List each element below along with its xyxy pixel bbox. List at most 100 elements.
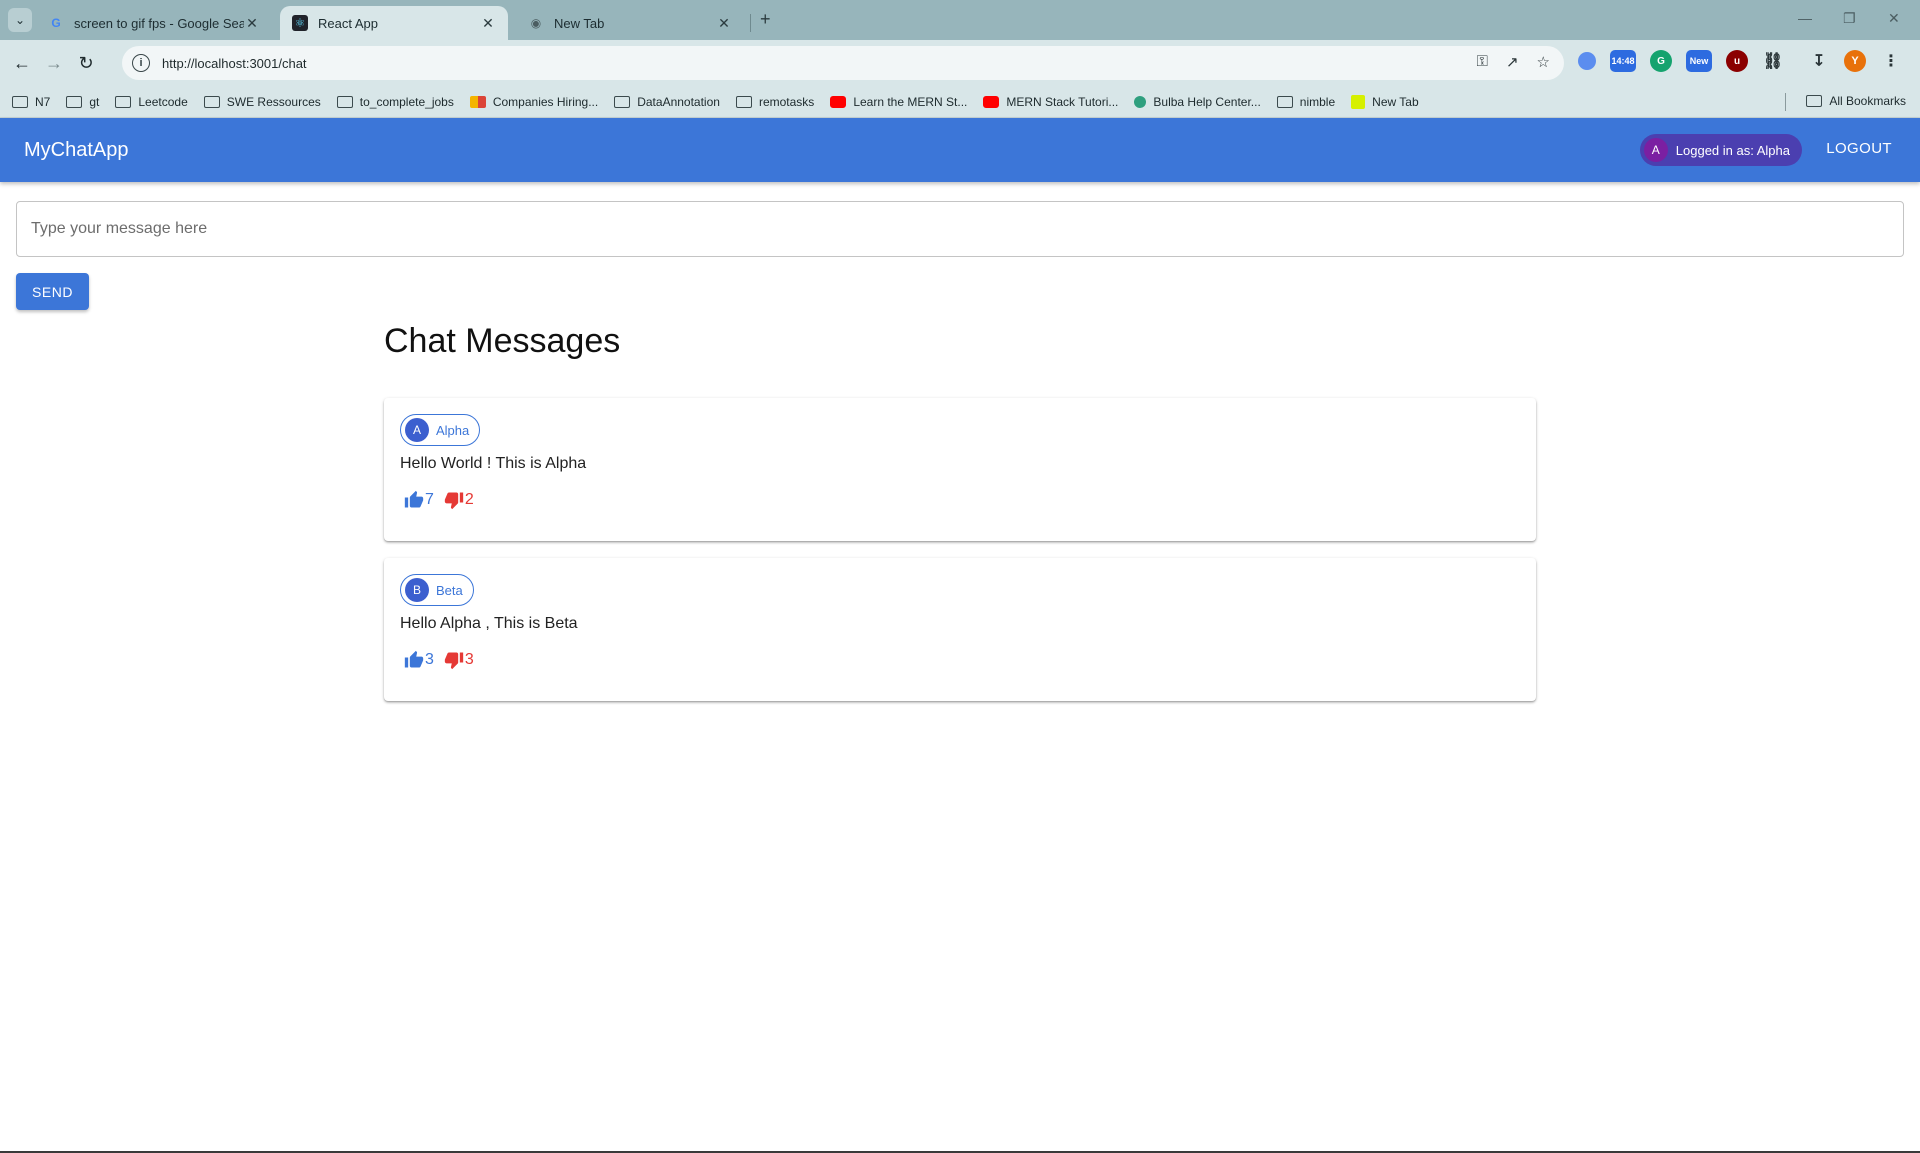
omnibox-actions: ⚿ ↗ ☆ — [1477, 53, 1550, 71]
close-icon[interactable]: ✕ — [716, 15, 732, 32]
dislike-button[interactable]: 2 — [444, 490, 474, 510]
bookmark-label: remotasks — [758, 94, 815, 109]
folder-icon — [66, 95, 83, 108]
bookmark-star-icon[interactable]: ☆ — [1537, 53, 1550, 71]
bookmark-label: gt — [89, 94, 100, 109]
browser-menu-icon[interactable]: ⋮ — [1880, 50, 1902, 72]
open-in-app-icon[interactable]: ↗ — [1506, 53, 1519, 71]
bookmark-label: New Tab — [1372, 94, 1419, 109]
author-chip[interactable]: B Beta — [400, 574, 474, 606]
bookmark-dataannotation[interactable]: DataAnnotation — [614, 95, 720, 109]
bookmark-mern-tutorial[interactable]: MERN Stack Tutori... — [983, 95, 1118, 109]
extensions-area: 14:48 G New u ⛓ ↧ Y ⋮ — [1578, 50, 1902, 72]
bookmark-gt[interactable]: gt — [66, 95, 99, 109]
reload-icon[interactable]: ↻ — [70, 47, 102, 79]
window-close-icon[interactable]: ✕ — [1888, 10, 1900, 27]
message-card: B Beta Hello Alpha , This is Beta 3 3 — [384, 558, 1536, 701]
tab-title: New Tab — [554, 15, 605, 31]
site-icon — [1351, 94, 1366, 109]
folder-icon — [614, 95, 631, 108]
like-count: 7 — [425, 491, 434, 508]
bookmark-label: DataAnnotation — [637, 94, 720, 109]
bookmark-bulba-help[interactable]: Bulba Help Center... — [1134, 94, 1261, 109]
send-button[interactable]: SEND — [16, 273, 89, 310]
browser-toolbar: ← → ↻ i ⚿ ↗ ☆ 14:48 G New u ⛓ ↧ Y ⋮ — [0, 40, 1920, 86]
logged-in-label: Logged in as: Alpha — [1675, 142, 1790, 158]
youtube-icon — [830, 95, 847, 108]
extensions-puzzle-icon[interactable]: ⛓ — [1762, 50, 1784, 72]
dislike-button[interactable]: 3 — [444, 650, 474, 670]
all-bookmarks[interactable]: All Bookmarks — [1806, 94, 1906, 108]
url-input[interactable] — [162, 55, 1362, 71]
tab-new-tab[interactable]: ◉ New Tab ✕ — [516, 6, 744, 40]
thumbs-down-icon — [444, 652, 464, 670]
folder-icon — [1276, 95, 1293, 108]
folder-icon — [12, 95, 28, 108]
forward-arrow-icon[interactable]: → — [38, 47, 70, 79]
tab-react-app[interactable]: ⚛ React App ✕ — [280, 6, 508, 40]
bookmark-remotasks[interactable]: remotasks — [735, 94, 815, 109]
tab-title: React App — [318, 15, 378, 31]
folder-icon — [203, 95, 220, 108]
bookmark-label: Companies Hiring... — [492, 94, 599, 109]
message-card: A Alpha Hello World ! This is Alpha 7 2 — [384, 398, 1536, 541]
bookmark-nimble[interactable]: nimble — [1276, 95, 1335, 109]
site-info-icon[interactable]: i — [132, 54, 150, 72]
minimize-icon[interactable]: — — [1798, 10, 1812, 26]
message-input[interactable] — [17, 202, 1903, 256]
bookmark-learn-mern[interactable]: Learn the MERN St... — [830, 95, 967, 109]
like-count: 3 — [425, 651, 434, 668]
message-composer — [16, 201, 1904, 257]
message-text: Hello World ! This is Alpha — [400, 455, 587, 472]
download-icon[interactable]: ↧ — [1808, 50, 1830, 72]
bookmark-n7[interactable]: N7 — [12, 95, 50, 109]
bookmark-leetcode[interactable]: Leetcode — [115, 95, 188, 109]
extension-new-icon[interactable]: New — [1686, 50, 1712, 72]
folder-icon — [336, 95, 353, 108]
bookmark-label: Learn the MERN St... — [853, 94, 968, 109]
profile-avatar[interactable]: Y — [1844, 50, 1866, 72]
like-button[interactable]: 3 — [404, 650, 434, 670]
tab-google-search[interactable]: G screen to gif fps - Google Sear ✕ — [36, 6, 272, 40]
thumbs-up-icon — [404, 490, 424, 508]
reactions: 7 2 — [404, 490, 474, 510]
extension-record-icon[interactable] — [1578, 52, 1596, 70]
like-button[interactable]: 7 — [404, 490, 434, 510]
bookmark-swe-ressources[interactable]: SWE Ressources — [203, 94, 321, 109]
site-icon — [469, 95, 486, 108]
author-chip[interactable]: A Alpha — [400, 414, 481, 446]
author-name: Beta — [436, 582, 463, 598]
all-bookmarks-label: All Bookmarks — [1829, 94, 1906, 108]
back-arrow-icon[interactable]: ← — [6, 47, 38, 79]
password-key-icon[interactable]: ⚿ — [1477, 53, 1488, 71]
dislike-count: 3 — [464, 651, 474, 668]
bookmark-label: SWE Ressources — [226, 94, 321, 109]
app-brand[interactable]: MyChatApp — [24, 139, 129, 162]
dislike-count: 2 — [464, 491, 474, 508]
chat-title: Chat Messages — [384, 322, 621, 360]
grammarly-icon[interactable]: G — [1650, 50, 1672, 72]
bookmark-label: N7 — [35, 94, 51, 109]
bookmark-companies-hiring[interactable]: Companies Hiring... — [469, 94, 599, 109]
tab-search-chevron-icon[interactable]: ⌄ — [8, 8, 32, 32]
google-icon: G — [51, 16, 61, 30]
author-avatar: A — [405, 418, 429, 442]
close-icon[interactable]: ✕ — [244, 15, 260, 32]
bookmarks-divider — [1785, 93, 1786, 111]
new-tab-plus-icon[interactable]: + — [760, 9, 771, 30]
tab-title: screen to gif fps - Google Sear — [74, 15, 244, 31]
folder-icon — [735, 95, 752, 108]
message-text: Hello Alpha , This is Beta — [400, 615, 578, 632]
bookmark-new-tab[interactable]: New Tab — [1351, 94, 1419, 109]
thumbs-down-icon — [444, 492, 464, 510]
restore-icon[interactable]: ❐ — [1843, 10, 1856, 27]
bookmark-to-complete-jobs[interactable]: to_complete_jobs — [336, 95, 454, 109]
close-icon[interactable]: ✕ — [480, 15, 496, 32]
address-bar[interactable]: i ⚿ ↗ ☆ — [122, 46, 1564, 80]
bookmark-label: Bulba Help Center... — [1153, 94, 1261, 109]
extension-timer-icon[interactable]: 14:48 — [1610, 50, 1636, 72]
logout-button[interactable]: LOGOUT — [1826, 140, 1892, 157]
folder-icon — [115, 95, 132, 108]
chrome-icon: ◉ — [530, 16, 542, 30]
ublock-shield-icon[interactable]: u — [1726, 50, 1748, 72]
